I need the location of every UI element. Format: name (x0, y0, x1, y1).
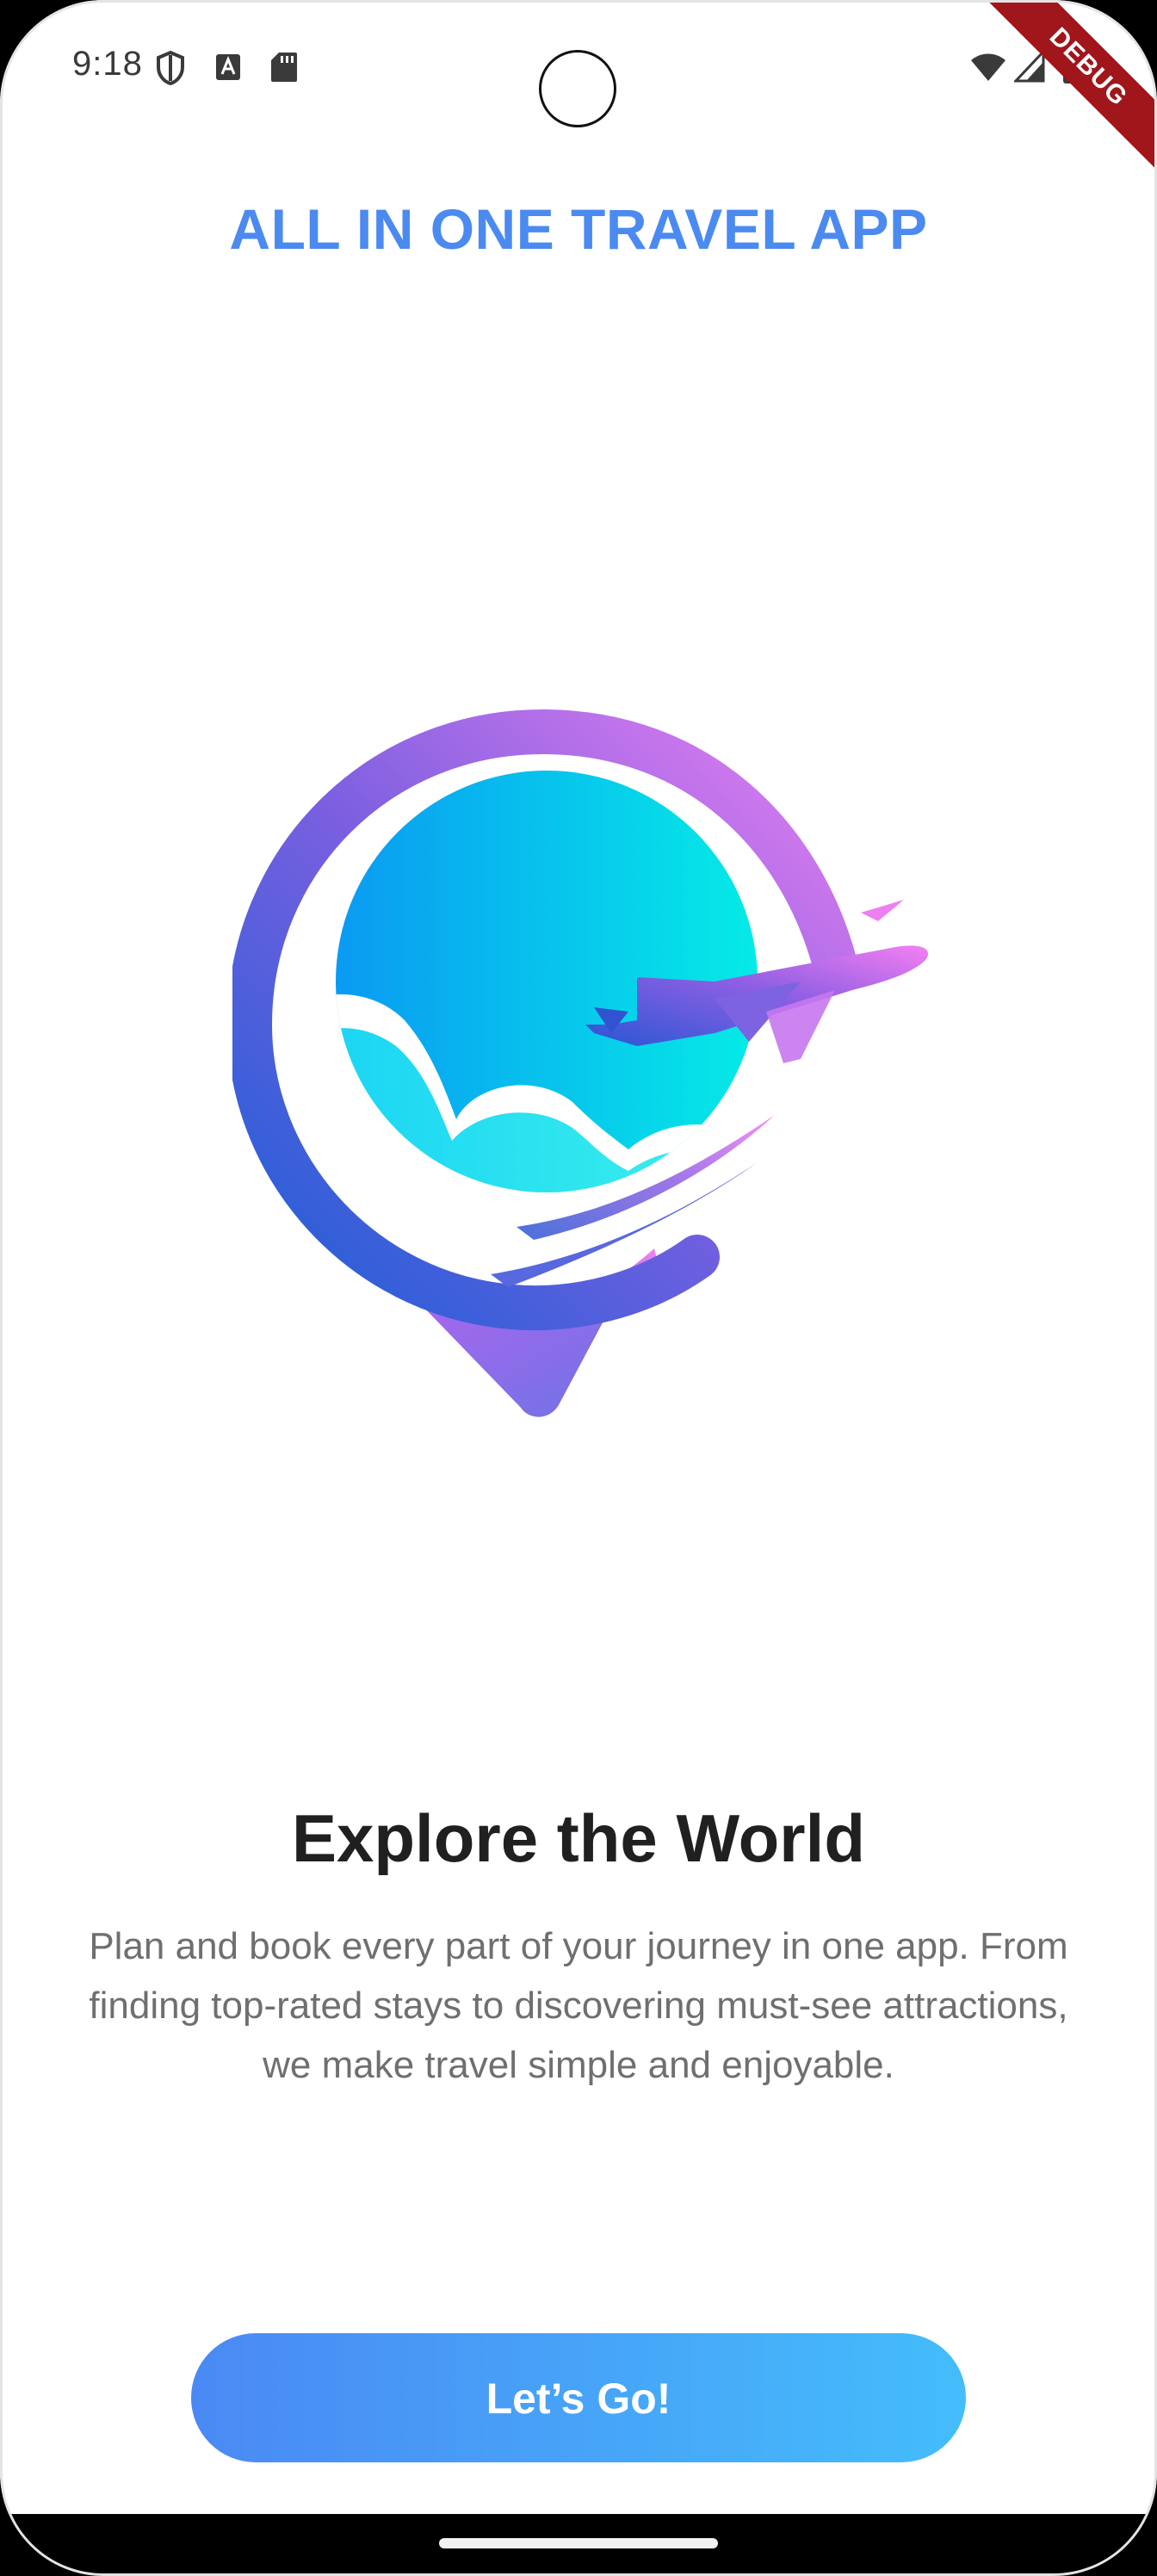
onboarding-headline: Explore the World (292, 1800, 865, 1876)
phone-screen: 9:18 DEBUG ALL IN ONE TRAVEL APP Explore… (0, 0, 1157, 2576)
debug-banner-label: DEBUG (985, 0, 1157, 172)
status-time: 9:18 (72, 45, 143, 83)
sd-card-icon (270, 52, 298, 87)
app-title: ALL IN ONE TRAVEL APP (229, 197, 928, 261)
status-bar: 9:18 DEBUG (0, 0, 1157, 172)
lets-go-button[interactable]: Let’s Go! (191, 2333, 966, 2462)
home-indicator[interactable] (439, 2538, 718, 2548)
shield-icon (155, 50, 186, 90)
debug-banner: DEBUG (985, 0, 1157, 172)
onboarding-description: Plan and book every part of your journey… (89, 1925, 1068, 2086)
font-a-icon (215, 53, 241, 85)
travel-airplane-pin-logo-icon (226, 680, 1007, 1455)
camera-cutout (539, 50, 616, 127)
